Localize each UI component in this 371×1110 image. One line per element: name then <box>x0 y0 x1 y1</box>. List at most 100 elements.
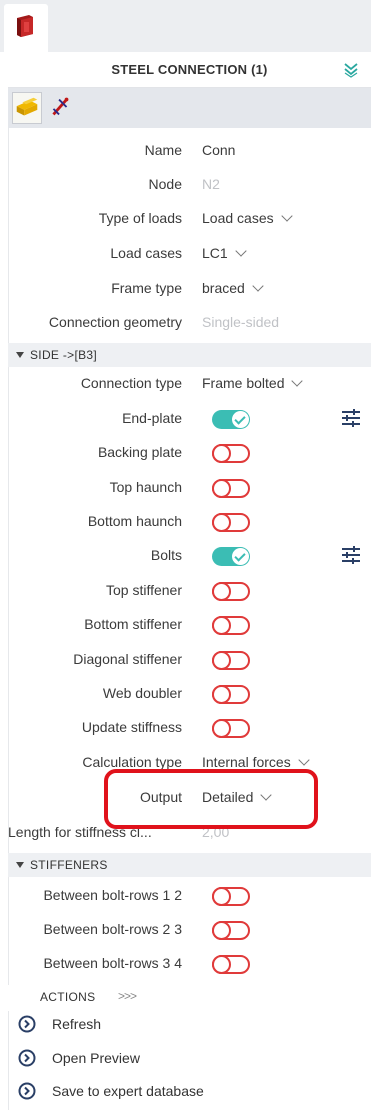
open-preview-action[interactable]: Open Preview <box>8 1042 371 1074</box>
connection-type-value: Frame bolted <box>202 375 285 391</box>
bolt-rows-2-3-label: Between bolt-rows 2 3 <box>43 921 182 937</box>
top-stiffener-toggle[interactable] <box>212 582 250 601</box>
toggle-row-bolts: Bolts <box>8 539 363 573</box>
toggle-row-end-plate: End-plate <box>8 402 363 436</box>
steel-connection-tool-button[interactable] <box>12 92 42 124</box>
toggle-knob <box>212 887 231 906</box>
bolt-rows-3-4-label: Between bolt-rows 3 4 <box>43 955 182 971</box>
steel-connection-tool-icon <box>16 97 38 116</box>
property-row-connection-geometry: Connection geometry Single-sided <box>8 306 363 340</box>
toggle-knob <box>212 479 231 498</box>
actions-expand-button[interactable]: >>> <box>118 989 137 1003</box>
app-tab[interactable] <box>4 4 48 52</box>
toggle-row-bolt-rows-1-2: Between bolt-rows 1 2 <box>8 879 363 913</box>
stiffeners-section-header[interactable]: STIFFENERS <box>8 853 371 877</box>
toggle-row-top-stiffener: Top stiffener <box>8 574 363 608</box>
chevron-down-icon <box>291 375 304 387</box>
end-plate-toggle[interactable] <box>212 410 250 429</box>
property-row-load-cases: Load cases LC1 <box>8 237 363 271</box>
chevron-down-icon <box>235 245 247 257</box>
bolts-label: Bolts <box>150 547 182 563</box>
top-haunch-toggle[interactable] <box>212 479 250 498</box>
open-preview-label: Open Preview <box>52 1050 140 1066</box>
bottom-haunch-label: Bottom haunch <box>87 513 182 529</box>
update-stiffness-label: Update stiffness <box>81 719 182 735</box>
action-arrow-icon <box>18 1082 36 1100</box>
web-doubler-toggle[interactable] <box>212 685 250 704</box>
connection-geometry-label: Connection geometry <box>48 314 182 330</box>
backing-plate-toggle[interactable] <box>212 444 250 463</box>
property-row-name: Name Conn <box>8 134 363 168</box>
actions-title: ACTIONS <box>40 990 96 1004</box>
chevron-down-icon <box>298 754 310 766</box>
toggle-row-web-doubler: Web doubler <box>8 677 363 711</box>
app-connection-icon <box>17 15 33 37</box>
save-to-expert-database-action[interactable]: Save to expert database <box>8 1075 371 1107</box>
diagonal-stiffener-label: Diagonal stiffener <box>73 651 182 667</box>
toggle-row-update-stiffness: Update stiffness <box>8 711 363 745</box>
frame-type-value: braced <box>202 280 245 296</box>
type-of-loads-label: Type of loads <box>98 210 182 226</box>
name-field[interactable]: Conn <box>202 142 235 158</box>
bolt-rows-2-3-toggle[interactable] <box>212 921 250 940</box>
output-highlight-annotation <box>104 769 318 829</box>
panel-header: STEEL CONNECTION (1) <box>8 52 371 88</box>
toggle-row-bottom-haunch: Bottom haunch <box>8 505 363 539</box>
bottom-stiffener-label: Bottom stiffener <box>84 616 182 632</box>
connection-geometry-value: Single-sided <box>202 314 280 330</box>
top-haunch-label: Top haunch <box>109 479 182 495</box>
toggle-knob <box>212 513 231 532</box>
toggle-knob <box>212 685 231 704</box>
frame-type-dropdown[interactable]: braced <box>202 280 264 296</box>
collapse-triangle-icon <box>16 862 24 868</box>
toggle-knob <box>212 616 231 635</box>
settings-sliders-icon[interactable] <box>341 546 361 564</box>
calculation-type-dropdown[interactable]: Internal forces <box>202 754 310 770</box>
toggle-row-backing-plate: Backing plate <box>8 436 363 470</box>
refresh-action[interactable]: Refresh <box>8 1008 371 1040</box>
load-cases-label: Load cases <box>110 245 182 261</box>
connection-type-dropdown[interactable]: Frame bolted <box>202 375 304 391</box>
toggle-row-bolt-rows-3-4: Between bolt-rows 3 4 <box>8 947 363 981</box>
toggle-knob <box>232 548 249 565</box>
bolts-toggle[interactable] <box>212 547 250 566</box>
name-label: Name <box>144 142 182 158</box>
top-stiffener-label: Top stiffener <box>105 582 182 598</box>
calculation-type-value: Internal forces <box>202 754 291 770</box>
end-plate-label: End-plate <box>122 410 182 426</box>
toggle-row-diagonal-stiffener: Diagonal stiffener <box>8 643 363 677</box>
toggle-knob <box>212 955 231 974</box>
update-stiffness-toggle[interactable] <box>212 719 250 738</box>
side-section-title: SIDE ->[B3] <box>30 348 97 362</box>
frame-type-label: Frame type <box>111 280 182 296</box>
toggle-row-top-haunch: Top haunch <box>8 471 363 505</box>
side-section-header[interactable]: SIDE ->[B3] <box>8 343 371 367</box>
load-cases-dropdown[interactable]: LC1 <box>202 245 247 261</box>
top-tab-bar <box>0 0 371 52</box>
bottom-haunch-toggle[interactable] <box>212 513 250 532</box>
settings-sliders-icon[interactable] <box>341 409 361 427</box>
type-of-loads-dropdown[interactable]: Load cases <box>202 210 293 226</box>
toggle-knob <box>232 411 249 428</box>
toggle-knob <box>212 582 231 601</box>
property-row-connection-type: Connection type Frame bolted <box>8 367 363 401</box>
bolt-rows-3-4-toggle[interactable] <box>212 955 250 974</box>
node-label: Node <box>148 176 182 192</box>
refresh-label: Refresh <box>52 1016 102 1032</box>
diagonal-stiffener-toggle[interactable] <box>212 651 250 670</box>
save-to-expert-database-label: Save to expert database <box>52 1083 204 1099</box>
property-row-frame-type: Frame type braced <box>8 272 363 306</box>
web-doubler-label: Web doubler <box>102 685 182 701</box>
property-row-type-of-loads: Type of loads Load cases <box>8 202 363 236</box>
type-of-loads-value: Load cases <box>202 210 274 226</box>
collapse-icon[interactable] <box>343 62 359 78</box>
calculation-type-label: Calculation type <box>82 754 182 770</box>
pin-tool-button[interactable] <box>46 92 76 124</box>
toggle-knob <box>212 719 231 738</box>
bottom-stiffener-toggle[interactable] <box>212 616 250 635</box>
bolt-rows-1-2-toggle[interactable] <box>212 887 250 906</box>
chevron-down-icon <box>252 280 264 292</box>
property-row-node: Node N2 <box>8 168 363 202</box>
bolt-rows-1-2-label: Between bolt-rows 1 2 <box>43 887 182 903</box>
node-value: N2 <box>202 176 220 192</box>
